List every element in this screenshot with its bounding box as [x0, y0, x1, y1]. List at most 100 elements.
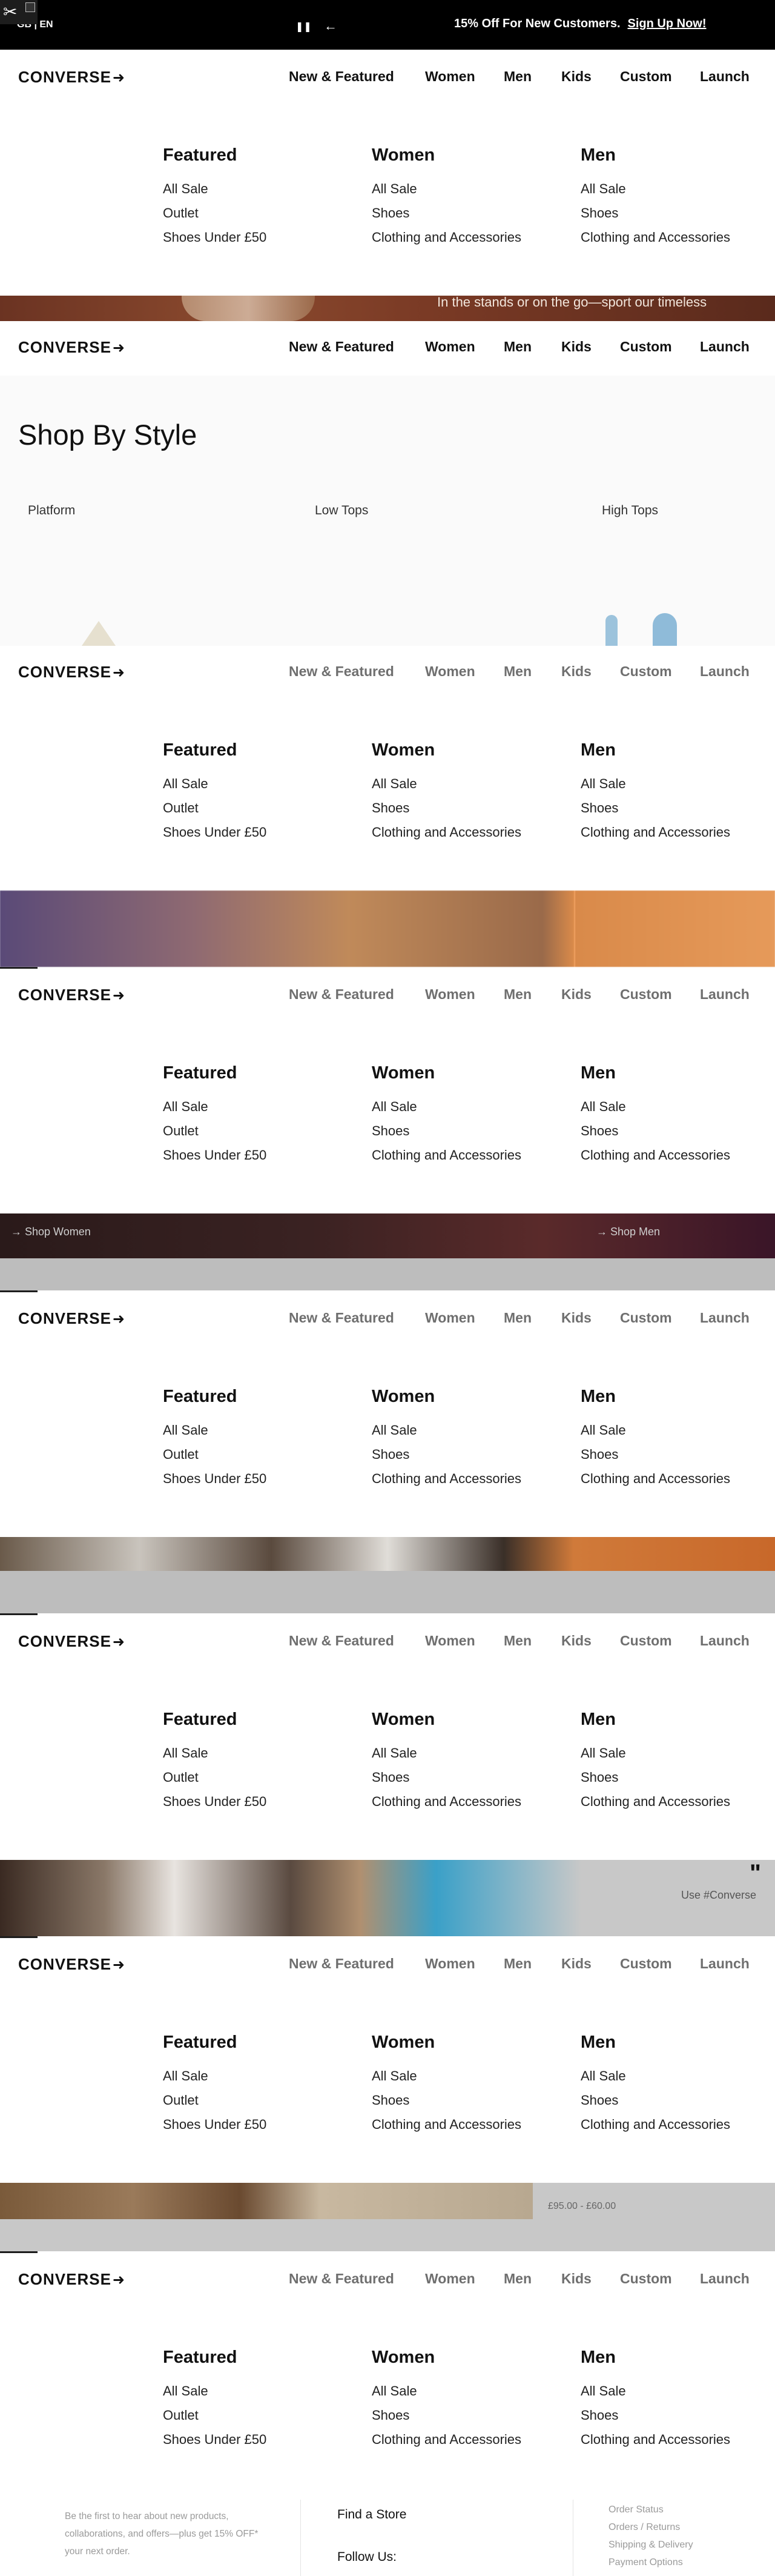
high-top-shoe-image[interactable] — [653, 613, 677, 646]
nav-new-featured[interactable]: New & Featured — [289, 339, 394, 355]
menu-link[interactable]: Clothing and Accessories — [372, 1794, 521, 1810]
nav-custom[interactable]: Custom — [620, 1310, 672, 1326]
menu-link[interactable]: Shoes — [581, 2093, 618, 2108]
nav-kids[interactable]: Kids — [561, 339, 592, 355]
nav-women[interactable]: Women — [425, 1633, 475, 1649]
menu-link[interactable]: Outlet — [163, 205, 199, 221]
nav-women[interactable]: Women — [425, 1310, 475, 1326]
menu-link[interactable]: All Sale — [581, 2068, 626, 2084]
nav-new-featured[interactable]: New & Featured — [289, 1633, 394, 1649]
nav-new-featured[interactable]: New & Featured — [289, 986, 394, 1003]
menu-link[interactable]: Shoes Under £50 — [163, 2432, 266, 2448]
nav-men[interactable]: Men — [504, 2271, 532, 2287]
nav-custom[interactable]: Custom — [620, 1956, 672, 1972]
menu-link[interactable]: All Sale — [372, 1745, 417, 1761]
signup-link[interactable]: Sign Up Now! — [628, 17, 707, 30]
footer-link-shipping[interactable]: Shipping & Delivery — [608, 2540, 693, 2551]
menu-link[interactable]: Shoes — [581, 205, 618, 221]
nav-new-featured[interactable]: New & Featured — [289, 1310, 394, 1326]
converse-logo[interactable]: CONVERSE➜ — [18, 986, 125, 1004]
menu-link[interactable]: Shoes Under £50 — [163, 1794, 266, 1810]
menu-link[interactable]: All Sale — [163, 1099, 208, 1115]
style-high-tops[interactable]: High Tops — [602, 503, 658, 518]
nav-kids[interactable]: Kids — [561, 68, 592, 85]
back-arrow-icon[interactable]: ← — [324, 18, 337, 34]
menu-link[interactable]: All Sale — [372, 181, 417, 197]
nav-women[interactable]: Women — [425, 2271, 475, 2287]
menu-link[interactable]: Clothing and Accessories — [581, 825, 730, 840]
menu-link[interactable]: Outlet — [163, 2408, 199, 2423]
menu-link[interactable]: All Sale — [372, 776, 417, 792]
menu-link[interactable]: All Sale — [163, 1745, 208, 1761]
footer-link-order-status[interactable]: Order Status — [608, 2505, 664, 2515]
menu-link[interactable]: Shoes — [372, 1447, 409, 1462]
nav-women[interactable]: Women — [425, 1956, 475, 1972]
menu-link[interactable]: Shoes — [372, 800, 409, 816]
high-top-shoe-image[interactable] — [605, 615, 618, 646]
converse-logo[interactable]: CONVERSE➜ — [18, 663, 125, 682]
menu-link[interactable]: All Sale — [163, 181, 208, 197]
nav-kids[interactable]: Kids — [561, 1310, 592, 1326]
converse-logo[interactable]: CONVERSE➜ — [18, 1309, 125, 1328]
menu-link[interactable]: All Sale — [581, 1745, 626, 1761]
menu-link[interactable]: All Sale — [163, 2068, 208, 2084]
nav-custom[interactable]: Custom — [620, 339, 672, 355]
menu-link[interactable]: All Sale — [163, 776, 208, 792]
menu-link[interactable]: Shoes Under £50 — [163, 2117, 266, 2133]
menu-link[interactable]: All Sale — [581, 2383, 626, 2399]
menu-link[interactable]: All Sale — [372, 1099, 417, 1115]
menu-link[interactable]: Outlet — [163, 1770, 199, 1785]
menu-link[interactable]: Shoes — [581, 1447, 618, 1462]
nav-men[interactable]: Men — [504, 1956, 532, 1972]
style-platform[interactable]: Platform — [28, 503, 75, 518]
menu-link[interactable]: Shoes Under £50 — [163, 825, 266, 840]
nav-women[interactable]: Women — [425, 339, 475, 355]
nav-launch[interactable]: Launch — [700, 1633, 750, 1649]
nav-launch[interactable]: Launch — [700, 663, 750, 680]
nav-women[interactable]: Women — [425, 986, 475, 1003]
menu-link[interactable]: Outlet — [163, 800, 199, 816]
menu-link[interactable]: Shoes — [581, 1770, 618, 1785]
menu-link[interactable]: Clothing and Accessories — [581, 2117, 730, 2133]
nav-launch[interactable]: Launch — [700, 339, 750, 355]
menu-link[interactable]: Shoes — [372, 2093, 409, 2108]
nav-launch[interactable]: Launch — [700, 1310, 750, 1326]
nav-kids[interactable]: Kids — [561, 1633, 592, 1649]
menu-link[interactable]: Clothing and Accessories — [372, 2117, 521, 2133]
menu-link[interactable]: Shoes — [372, 1770, 409, 1785]
nav-launch[interactable]: Launch — [700, 986, 750, 1003]
nav-women[interactable]: Women — [425, 68, 475, 85]
shop-women-link[interactable]: → Shop Women — [11, 1226, 91, 1238]
menu-link[interactable]: Clothing and Accessories — [581, 230, 730, 245]
nav-kids[interactable]: Kids — [561, 2271, 592, 2287]
nav-kids[interactable]: Kids — [561, 1956, 592, 1972]
shop-men-link[interactable]: → Shop Men — [596, 1226, 660, 1238]
menu-link[interactable]: Clothing and Accessories — [581, 1471, 730, 1487]
nav-women[interactable]: Women — [425, 663, 475, 680]
menu-link[interactable]: Outlet — [163, 1447, 199, 1462]
style-low-tops[interactable]: Low Tops — [315, 503, 368, 518]
menu-link[interactable]: All Sale — [581, 1099, 626, 1115]
menu-link[interactable]: Shoes — [581, 800, 618, 816]
menu-link[interactable]: Clothing and Accessories — [372, 230, 521, 245]
footer-link-orders-returns[interactable]: Orders / Returns — [608, 2522, 680, 2533]
menu-link[interactable]: Shoes Under £50 — [163, 1471, 266, 1487]
nav-men[interactable]: Men — [504, 339, 532, 355]
find-store-link[interactable]: Find a Store — [337, 2508, 406, 2522]
nav-custom[interactable]: Custom — [620, 1633, 672, 1649]
menu-link[interactable]: All Sale — [581, 776, 626, 792]
menu-link[interactable]: Shoes — [581, 1123, 618, 1139]
menu-link[interactable]: All Sale — [372, 2068, 417, 2084]
nav-launch[interactable]: Launch — [700, 68, 750, 85]
nav-launch[interactable]: Launch — [700, 2271, 750, 2287]
nav-men[interactable]: Men — [504, 1310, 532, 1326]
devtools-icon[interactable]: ✂ — [0, 0, 38, 24]
converse-logo[interactable]: CONVERSE➜ — [18, 2270, 125, 2289]
nav-custom[interactable]: Custom — [620, 2271, 672, 2287]
menu-link[interactable]: Shoes Under £50 — [163, 1147, 266, 1163]
menu-link[interactable]: Shoes — [372, 2408, 409, 2423]
menu-link[interactable]: All Sale — [581, 181, 626, 197]
nav-men[interactable]: Men — [504, 68, 532, 85]
nav-new-featured[interactable]: New & Featured — [289, 1956, 394, 1972]
menu-link[interactable]: All Sale — [581, 1422, 626, 1438]
